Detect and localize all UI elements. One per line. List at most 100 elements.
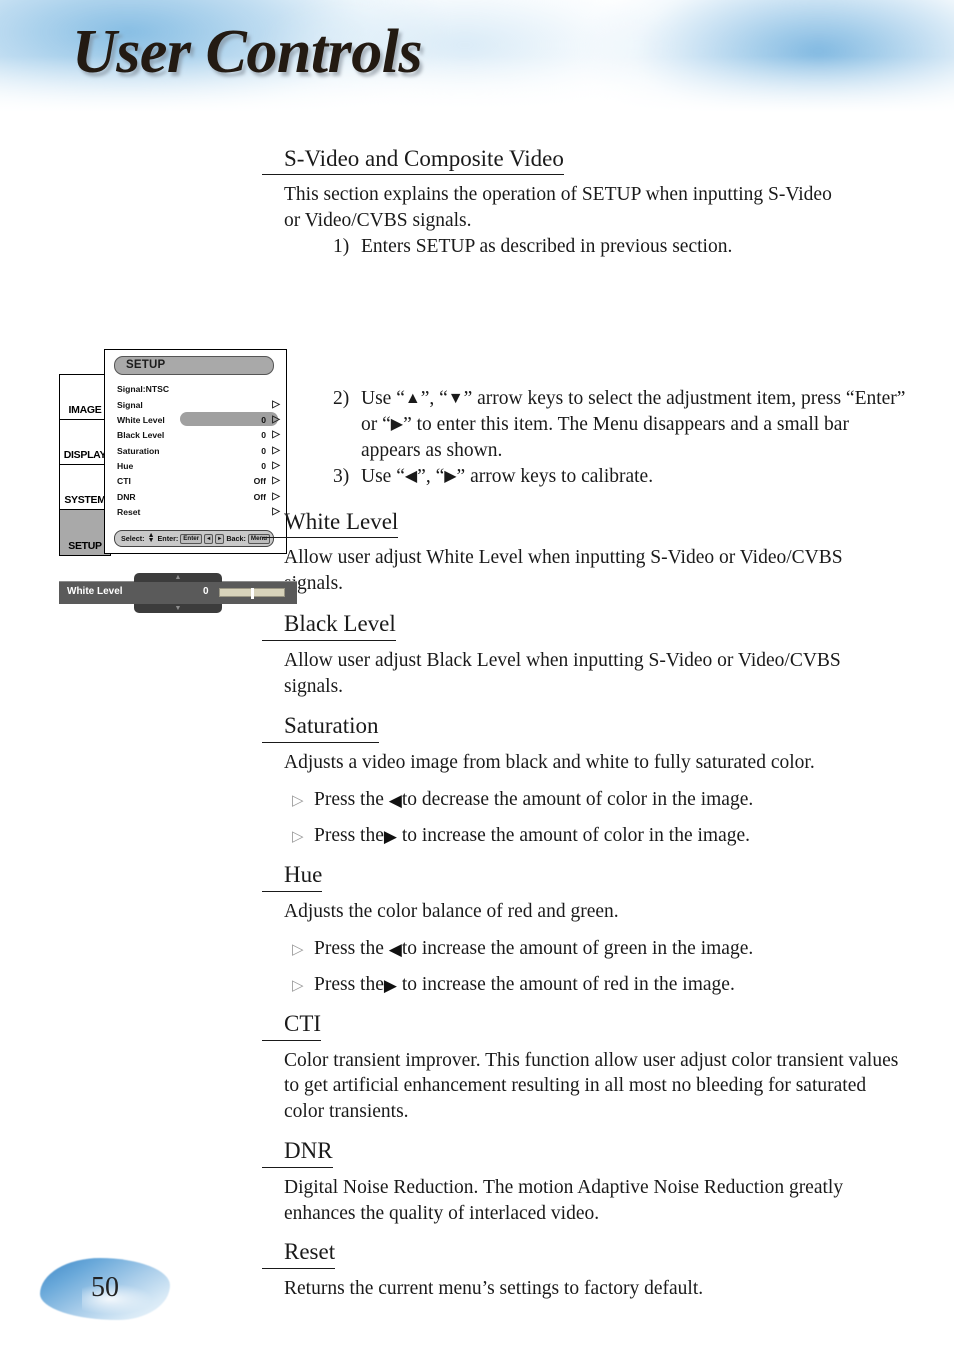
step-1-text: Enters SETUP as described in previous se…	[361, 236, 733, 258]
osd-row-saturation[interactable]: Saturation 0 ▷	[105, 443, 288, 458]
down-arrow-icon: ▼	[447, 390, 464, 408]
list-item: ▷ Press the ◀to increase the amount of g…	[0, 936, 954, 961]
osd-row-value: 0	[261, 430, 266, 441]
osd-row-hue[interactable]: Hue 0 ▷	[105, 458, 288, 473]
osd-tab-image[interactable]: IMAGE	[60, 375, 110, 421]
chevron-right-icon: ▷	[272, 490, 280, 502]
up-arrow-icon: ▲	[174, 573, 182, 582]
chevron-right-icon: ▷	[272, 398, 280, 410]
osd-tab-setup[interactable]: SETUP	[60, 510, 110, 556]
white-level-slider-handle[interactable]	[251, 588, 254, 600]
section-heading-white-level: White Level	[262, 509, 399, 539]
bullet-text: Press the ◀to increase the amount of gre…	[314, 936, 753, 961]
chevron-right-icon: ▷	[272, 475, 280, 487]
step-2: 2) Use “▲”, “▼” arrow keys to select the…	[333, 386, 913, 464]
osd-tab-system-label: SYSTEM	[64, 494, 106, 507]
osd-row-label: Saturation	[117, 445, 160, 456]
white-level-bar-label: White Level	[67, 586, 123, 598]
osd-row-black-level[interactable]: Black Level 0 ▷	[105, 427, 288, 442]
section-heading-s-video-composite: S-Video and Composite Video	[262, 146, 564, 176]
osd-row-white-level[interactable]: White Level 0 ▷	[105, 412, 288, 427]
osd-row-dnr[interactable]: DNR Off ▷	[105, 489, 288, 504]
bullet-before: Press the	[314, 937, 389, 959]
up-down-arrows-icon: ▲ ▼	[147, 532, 155, 544]
osd-row-value: Off	[253, 476, 266, 487]
right-arrow-icon: ▶	[390, 416, 404, 434]
left-arrow-icon: ◀	[388, 939, 402, 959]
list-item: ▷ Press the▶ to increase the amount of c…	[0, 823, 954, 848]
section-heading-row: CTI	[0, 1011, 954, 1041]
section-heading-row: S-Video and Composite Video	[0, 146, 954, 176]
step-1-number: 1)	[333, 236, 350, 258]
section-body-s-video-composite: This section explains the operation of S…	[284, 184, 832, 232]
osd-tab-display[interactable]: DISPLAY	[60, 420, 110, 466]
osd-illustration-block: IMAGE DISPLAY SYSTEM SETUP SETUP Signal:…	[0, 234, 954, 614]
white-level-up-tab: ▲	[134, 573, 222, 583]
page-number-badge: 50	[40, 1258, 170, 1320]
osd-row-value: 0	[261, 445, 266, 456]
chevron-right-icon: ▷	[272, 444, 280, 456]
right-arrow-icon: ▶	[383, 826, 397, 846]
bullet-after: to decrease the amount of color in the i…	[401, 788, 754, 810]
bullet-text: Press the▶ to increase the amount of red…	[314, 972, 735, 997]
triangle-bullet-icon: ▷	[292, 977, 304, 994]
down-arrow-icon: ▼	[147, 536, 155, 544]
triangle-bullet-icon: ▷	[292, 941, 304, 958]
page-title: User Controls	[72, 18, 423, 86]
list-item: ▷ Press the▶ to increase the amount of r…	[0, 972, 954, 997]
right-arrow-icon: ▶	[383, 975, 397, 995]
step-1: 1) Enters SETUP as described in previous…	[333, 234, 913, 260]
triangle-bullet-icon: ▷	[292, 792, 304, 809]
page-header-banner: User Controls	[0, 0, 954, 128]
step-2-part-a: Use “	[361, 388, 405, 410]
up-arrow-icon: ▲	[404, 390, 421, 408]
left-arrow-key-icon: ◂	[204, 533, 214, 544]
section-heading-saturation: Saturation	[262, 713, 379, 743]
osd-row-cti[interactable]: CTI Off ▷	[105, 473, 288, 488]
chevron-right-icon: ▷	[272, 506, 280, 518]
section-heading-hue: Hue	[262, 862, 323, 892]
step-3-part-b: ”, “	[417, 465, 445, 487]
osd-tab-image-label: IMAGE	[68, 404, 102, 417]
osd-menu-rows: Signal:NTSC Signal ▷ White Level 0 ▷ Bla…	[105, 381, 288, 520]
page-number: 50	[91, 1272, 119, 1303]
step-1-row: 1) Enters SETUP as described in previous…	[333, 234, 913, 260]
list-item: ▷ Press the ◀to decrease the amount of c…	[0, 787, 954, 812]
section-heading-cti: CTI	[262, 1011, 322, 1041]
osd-row-label: Black Level	[117, 430, 165, 441]
step-3-number: 3)	[333, 465, 350, 487]
down-arrow-icon: ▼	[174, 604, 182, 613]
section-body-black-level: Allow user adjust Black Level when input…	[284, 649, 841, 697]
osd-row-label: Hue	[117, 461, 134, 472]
step-3: 3) Use “◀”, “▶” arrow keys to calibrate.	[333, 464, 913, 490]
section-body-hue: Adjusts the color balance of red and gre…	[284, 900, 619, 922]
osd-row-label: Signal	[117, 399, 143, 410]
osd-panel: SETUP Signal:NTSC Signal ▷ White Level 0…	[104, 349, 288, 555]
osd-tab-display-label: DISPLAY	[63, 449, 107, 462]
left-arrow-icon: ◀	[388, 790, 402, 810]
bullet-after: to increase the amount of color in the i…	[396, 824, 751, 846]
step-2-number: 2)	[333, 388, 350, 410]
white-level-bar-illustration: ▲ ▼ White Level 0	[59, 573, 297, 614]
right-arrow-key-icon: ▸	[215, 533, 225, 544]
page-content: S-Video and Composite Video This section…	[0, 128, 954, 1302]
triangle-bullet-icon: ▷	[292, 828, 304, 845]
osd-tab-setup-label: SETUP	[68, 540, 102, 553]
section-heading-row: Black Level	[0, 611, 954, 641]
section-body-saturation: Adjusts a video image from black and whi…	[284, 751, 815, 773]
step-2-part-b: ”, “	[420, 388, 448, 410]
section-heading-reset: Reset	[262, 1239, 336, 1269]
osd-row-label: White Level	[117, 414, 165, 425]
section-heading-dnr: DNR	[262, 1138, 333, 1168]
osd-tab-system[interactable]: SYSTEM	[60, 465, 110, 511]
white-level-slider-track[interactable]	[219, 588, 285, 600]
left-arrow-icon: ◀	[404, 467, 418, 485]
osd-row-reset[interactable]: Reset ▷	[105, 504, 288, 519]
section-heading-row: Saturation	[0, 713, 954, 743]
osd-row-value: 0	[261, 414, 266, 425]
osd-row-signal[interactable]: Signal ▷	[105, 397, 288, 412]
section-body-dnr: Digital Noise Reduction. The motion Adap…	[284, 1176, 844, 1224]
bullet-before: Press the	[314, 788, 389, 810]
osd-row-value: 0	[261, 461, 266, 472]
osd-back-label: Back:	[226, 534, 246, 544]
